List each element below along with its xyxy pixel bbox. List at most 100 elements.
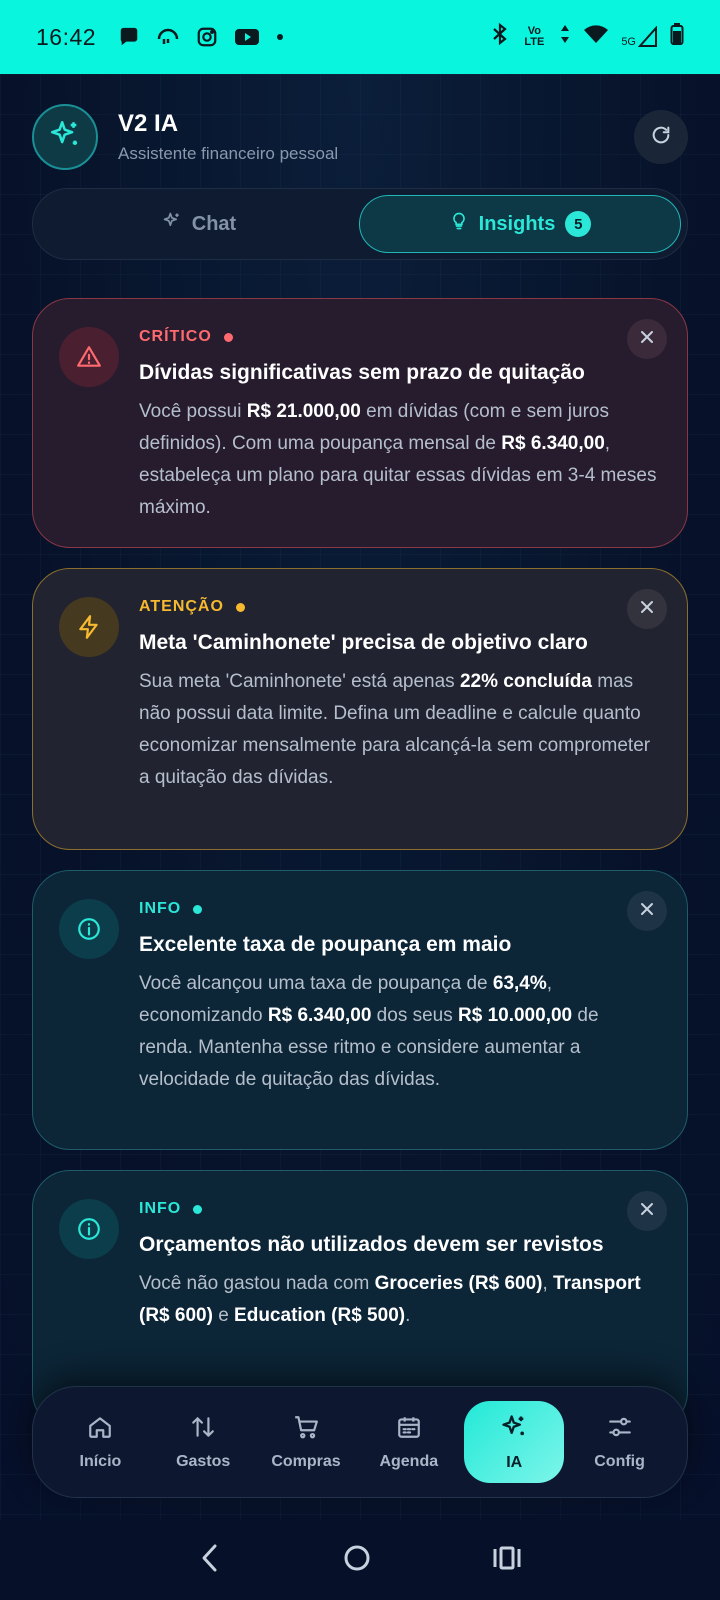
home-icon bbox=[87, 1414, 113, 1445]
instagram-icon bbox=[196, 26, 218, 48]
app-screen: V2 IA Assistente financeiro pessoal Chat… bbox=[0, 74, 720, 1520]
refresh-button[interactable] bbox=[634, 110, 688, 164]
body-text: Você não gastou nada com bbox=[139, 1273, 375, 1294]
calendar-icon bbox=[396, 1414, 422, 1445]
home-circle-icon[interactable] bbox=[342, 1543, 372, 1578]
data-arrows-icon bbox=[559, 23, 571, 51]
page-subtitle: Assistente financeiro pessoal bbox=[118, 144, 339, 163]
nav-compras[interactable]: Compras bbox=[255, 1401, 358, 1483]
insight-level: CRÍTICO bbox=[139, 327, 657, 347]
level-label: ATENÇÃO bbox=[139, 598, 224, 615]
back-icon[interactable] bbox=[198, 1543, 222, 1578]
highlight-text: R$ 10.000,00 bbox=[458, 1005, 573, 1026]
sparkle-icon bbox=[48, 118, 82, 157]
tab-bar: Chat Insights 5 bbox=[32, 188, 688, 260]
sliders-icon bbox=[607, 1414, 633, 1445]
insight-body: Você não gastou nada com Groceries (R$ 6… bbox=[139, 1268, 657, 1332]
insight-body: Você possui R$ 21.000,00 em dívidas (com… bbox=[139, 396, 657, 524]
insight-level: ATENÇÃO bbox=[139, 597, 657, 617]
recents-icon[interactable] bbox=[492, 1543, 522, 1578]
sparkle-icon bbox=[500, 1413, 528, 1446]
insight-title: Dívidas significativas sem prazo de quit… bbox=[139, 361, 585, 384]
nav-label: Compras bbox=[271, 1452, 341, 1470]
dismiss-button[interactable] bbox=[627, 319, 667, 359]
info-icon bbox=[59, 899, 119, 959]
level-label: INFO bbox=[139, 1200, 182, 1217]
dismiss-button[interactable] bbox=[627, 1191, 667, 1231]
wifi-icon bbox=[583, 23, 609, 51]
level-dot bbox=[235, 602, 245, 612]
system-nav-bar bbox=[0, 1520, 720, 1600]
close-icon bbox=[640, 600, 654, 619]
bluetooth-icon bbox=[491, 22, 509, 52]
insight-card-info: INFO Excelente taxa de poupança em maio … bbox=[32, 870, 688, 1150]
highlight-text: Groceries (R$ 600) bbox=[374, 1273, 543, 1294]
nav-inicio[interactable]: Início bbox=[49, 1401, 152, 1483]
level-dot bbox=[193, 1204, 203, 1214]
body-text: Sua meta 'Caminhonete' está apenas bbox=[139, 671, 460, 692]
insight-title: Excelente taxa de poupança em maio bbox=[139, 933, 512, 956]
nav-label: Gastos bbox=[176, 1452, 231, 1470]
app-logo bbox=[32, 104, 98, 170]
nav-label: Início bbox=[79, 1452, 122, 1470]
insights-count-badge: 5 bbox=[565, 211, 592, 237]
insight-card-attention: ATENÇÃO Meta 'Caminhonete' precisa de ob… bbox=[32, 568, 688, 850]
insight-level: INFO bbox=[139, 1199, 657, 1219]
highlight-text: Education (R$ 500) bbox=[234, 1305, 406, 1326]
body-text: . bbox=[405, 1305, 411, 1326]
lightning-icon bbox=[59, 597, 119, 657]
level-dot bbox=[223, 332, 233, 342]
tab-chat[interactable]: Chat bbox=[39, 195, 359, 253]
highlight-text: R$ 6.340,00 bbox=[501, 433, 605, 454]
cart-icon bbox=[293, 1414, 319, 1445]
sparkle-icon bbox=[162, 211, 182, 237]
body-text: Você alcançou uma taxa de poupança de bbox=[139, 973, 493, 994]
refresh-icon bbox=[650, 124, 672, 151]
level-dot bbox=[193, 904, 203, 914]
highlight-text: 63,4% bbox=[492, 973, 547, 994]
network-label: 5G bbox=[621, 36, 636, 48]
level-label: INFO bbox=[139, 900, 182, 917]
page-title: V2 IA bbox=[118, 110, 179, 137]
nav-gastos[interactable]: Gastos bbox=[152, 1401, 255, 1483]
close-icon bbox=[640, 1202, 654, 1221]
close-icon bbox=[640, 330, 654, 349]
nav-config[interactable]: Config bbox=[568, 1401, 671, 1483]
nav-agenda[interactable]: Agenda bbox=[357, 1401, 460, 1483]
chat-bubble-icon bbox=[118, 26, 140, 48]
highlight-text: R$ 6.340,00 bbox=[267, 1005, 372, 1026]
highlight-text: 22% concluída bbox=[459, 671, 592, 692]
nav-label: IA bbox=[506, 1453, 523, 1471]
tab-insights[interactable]: Insights 5 bbox=[359, 195, 681, 253]
insight-body: Sua meta 'Caminhonete' está apenas 22% c… bbox=[139, 666, 657, 794]
insight-level: INFO bbox=[139, 899, 657, 919]
body-text: e bbox=[212, 1305, 235, 1326]
tab-label: Insights bbox=[478, 212, 556, 235]
highlight-text: R$ 21.000,00 bbox=[246, 401, 361, 422]
warning-icon bbox=[59, 327, 119, 387]
nav-label: Agenda bbox=[379, 1452, 439, 1470]
body-text: dos seus bbox=[371, 1005, 459, 1026]
tab-label: Chat bbox=[191, 212, 237, 235]
sort-arrows-icon bbox=[190, 1414, 216, 1445]
battery-icon bbox=[670, 22, 684, 52]
volte-icon: Vo LTE bbox=[524, 25, 545, 48]
status-bar: 16:42 Vo LTE 5G bbox=[0, 0, 720, 74]
dismiss-button[interactable] bbox=[627, 891, 667, 931]
body-text: Você possui bbox=[139, 401, 247, 422]
header: V2 IA Assistente financeiro pessoal bbox=[32, 102, 688, 172]
info-icon bbox=[59, 1199, 119, 1259]
status-time: 16:42 bbox=[36, 23, 97, 50]
close-icon bbox=[640, 902, 654, 921]
dot-icon bbox=[276, 33, 284, 41]
insight-body: Você alcançou uma taxa de poupança de 63… bbox=[139, 968, 657, 1096]
insight-title: Meta 'Caminhonete' precisa de objetivo c… bbox=[139, 631, 588, 654]
nav-ia[interactable]: IA bbox=[464, 1401, 565, 1483]
nav-label: Config bbox=[594, 1452, 645, 1470]
headset-icon bbox=[156, 25, 180, 49]
bottom-nav: Início Gastos Compras Agenda IA Config bbox=[32, 1386, 688, 1498]
lightbulb-icon bbox=[449, 210, 469, 238]
insight-title: Orçamentos não utilizados devem ser revi… bbox=[139, 1233, 604, 1256]
dismiss-button[interactable] bbox=[627, 589, 667, 629]
insight-card-critical: CRÍTICO Dívidas significativas sem prazo… bbox=[32, 298, 688, 548]
